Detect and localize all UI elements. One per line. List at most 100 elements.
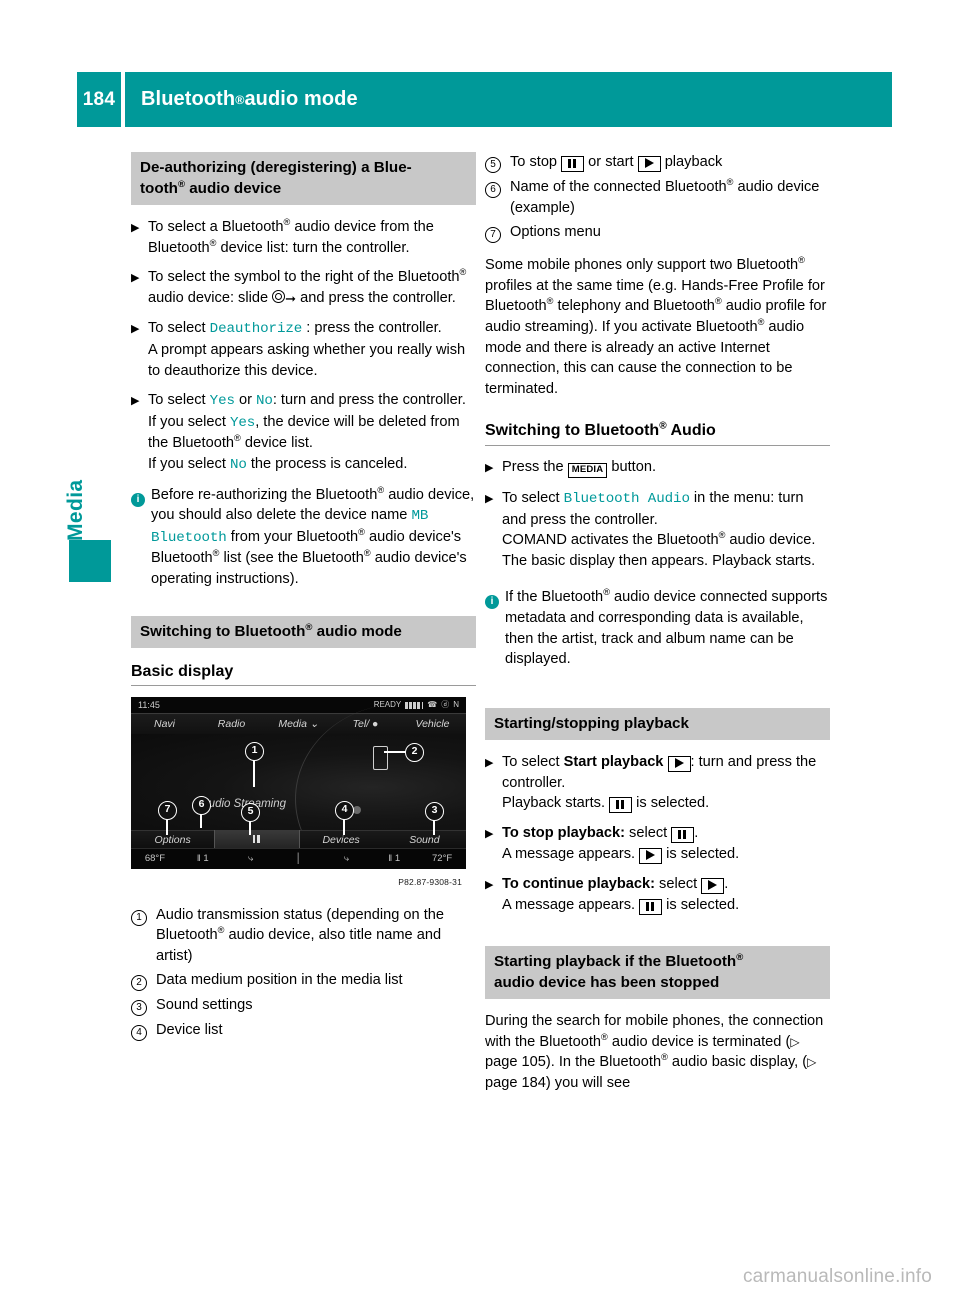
media-source-icon [373, 746, 388, 771]
registered-mark: ® [358, 526, 365, 537]
legend-number: 2 [131, 970, 156, 992]
section-heading-start-if-stopped: Starting playback if the Bluetooth® audi… [485, 946, 830, 1000]
registered-mark: ® [661, 1052, 668, 1063]
note-text-a: Before re-authorizing the Bluetooth [151, 486, 378, 503]
step-text-b: : turn and press the controller. [272, 392, 466, 409]
fan-left: ‖ 1 [196, 852, 209, 864]
callout-3: 3 [425, 802, 444, 822]
heading-line-2-suffix: audio device [185, 180, 282, 197]
subheading-basic-display: Basic display [131, 662, 234, 680]
step-bullet-icon: ▶ [131, 272, 140, 285]
instruction-step: ▶ To select a Bluetooth® audio device fr… [131, 217, 476, 258]
registered-mark: ® [603, 587, 610, 598]
registered-mark: ® [459, 267, 467, 278]
step-line2-b: is selected. [662, 897, 740, 914]
registered-mark: ® [736, 952, 744, 964]
legend-number: 6 [485, 177, 510, 218]
callout-7: 7 [158, 801, 177, 821]
play-key-icon [637, 156, 661, 172]
subheading-rule [485, 444, 830, 446]
step-text-b: . [694, 825, 699, 842]
step-line2-a: Playback starts. [502, 795, 610, 812]
registered-mark: ® [798, 255, 805, 266]
legend-text: Device list [156, 1022, 223, 1039]
page-title-suffix: audio mode [244, 88, 358, 110]
step-bullet-icon: ▶ [485, 756, 494, 769]
screen-climate-bar: 68°F ‖ 1 ⤷ │ ⤷ ‖ 1 72°F [131, 848, 466, 870]
menu-item-media[interactable]: Media ⌄ [265, 714, 332, 735]
legend-text-a: Name of the connected Bluetooth [510, 179, 727, 195]
step-bullet-icon: ▶ [485, 828, 494, 841]
registered-mark: ® [363, 548, 371, 559]
legend-item: 1 Audio transmission status (depending o… [131, 905, 476, 967]
step-text-a: select [655, 876, 702, 893]
para-b: audio device is terminated ( [607, 1033, 791, 1050]
screen-softkey-bar[interactable]: Options Devices Sound [131, 829, 466, 851]
para-c: telephony and Bluetooth [553, 298, 715, 315]
step-text-a: select [625, 825, 672, 842]
play-key-icon [639, 848, 663, 865]
para-e: ) you will see [545, 1075, 631, 1092]
step-text-a: To select [502, 489, 564, 506]
temp-left: 68°F [144, 852, 166, 864]
left-column: De-authorizing (deregistering) a Blue- t… [131, 152, 476, 1045]
pause-key-icon [609, 797, 633, 814]
info-icon: i [131, 485, 151, 590]
legend-item: 3 Sound settings [131, 995, 476, 1017]
airflow-left-icon: ⤷ [247, 852, 254, 864]
instruction-step: ▶ To select the symbol to the right of t… [131, 267, 476, 309]
right-column: 5 To stop or start playback 6 Name of th… [485, 152, 830, 1103]
play-key-icon [667, 755, 691, 772]
menu-item-navi[interactable]: Navi [131, 714, 198, 735]
page-reference-105[interactable]: page 105 [485, 1054, 546, 1070]
step-text: To select Yes or No: turn and press the … [148, 390, 476, 475]
screen-label-no: No [229, 456, 247, 473]
registered-mark: ® [234, 433, 241, 444]
callout-6: 6 [192, 796, 211, 816]
instruction-step: ▶ To select Bluetooth Audio in the menu:… [485, 488, 830, 571]
para-c: ). In the Bluetooth [545, 1054, 662, 1071]
step-line2-a: A message appears. [502, 897, 640, 914]
legend-text: Sound settings [156, 997, 253, 1014]
step-text-b: button. [607, 458, 657, 475]
step-text-a: To select a Bluetooth [148, 219, 284, 235]
section-heading-switching-mode: Switching to Bluetooth® audio mode [131, 615, 476, 648]
instruction-step: ▶ To select Yes or No: turn and press th… [131, 390, 476, 475]
paragraph-profiles: Some mobile phones only support two Blue… [485, 255, 830, 399]
step-text-c: and press the controller. [296, 289, 456, 306]
page-title-prefix: Bluetooth [141, 88, 236, 110]
pause-key-icon [671, 827, 695, 844]
screen-label-deauthorize: Deauthorize [209, 321, 303, 338]
info-note-text: If the Bluetooth® audio device connected… [505, 587, 830, 669]
instruction-step: ▶ To select Deauthorize : press the cont… [131, 318, 476, 381]
step-text-a: To select [148, 320, 210, 337]
controller-slide-right-icon: ➞ [272, 289, 296, 310]
step-text: To select Bluetooth Audio in the menu: t… [502, 488, 830, 571]
legend-number: 3 [131, 995, 156, 1017]
step-line2-a: COMAND activates the Bluetooth [502, 532, 719, 549]
para-d: audio basic display, ( [667, 1054, 808, 1071]
step-bullet-icon: ▶ [131, 395, 140, 408]
step-text-a: Press the [502, 458, 568, 475]
label-to-stop-playback: To stop playback: [502, 825, 625, 842]
note-text-a: If the Bluetooth [505, 589, 604, 606]
heading-line-2-prefix: tooth [140, 180, 178, 197]
heading-suffix: audio mode [312, 622, 402, 640]
step-text-c: device list: turn the controller. [216, 239, 410, 256]
info-note-text: Before re-authorizing the Bluetooth® aud… [151, 485, 476, 590]
site-watermark: carmanualsonline.info [742, 1266, 932, 1287]
instruction-step: ▶ To select Start playback : turn and pr… [485, 752, 830, 815]
registered-mark: ® [601, 1032, 608, 1043]
page-title: Bluetooth ® audio mode [125, 72, 892, 127]
legend-text: Name of the connected Bluetooth® audio d… [510, 177, 830, 218]
menu-item-radio[interactable]: Radio [198, 714, 265, 735]
page-reference-184[interactable]: page 184 [485, 1075, 546, 1091]
screen-label-yes: Yes [209, 393, 235, 410]
instruction-step: ▶ Press the MEDIA button. [485, 457, 830, 479]
play-key-icon [701, 878, 725, 895]
legend-text: Audio transmission status (depending on … [156, 905, 476, 967]
section-heading-deauthorizing: De-authorizing (deregistering) a Blue- t… [131, 152, 476, 205]
step-bullet-icon: ▶ [485, 492, 494, 505]
sidebar-chapter-marker [69, 540, 111, 582]
step-text-b: : press the controller. [302, 320, 442, 337]
